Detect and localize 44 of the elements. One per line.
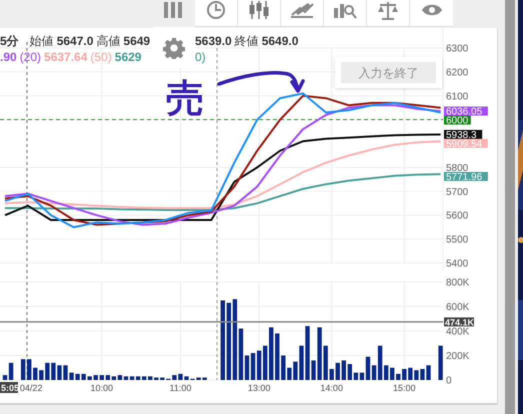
time-label: 04/22 — [20, 383, 42, 393]
time-label: 14:00 — [320, 383, 343, 393]
ma-value: .90 — [0, 49, 17, 65]
price-label: 高値 — [96, 33, 120, 49]
ma-period: (50) — [90, 49, 112, 65]
time-label: 15:00 — [393, 383, 416, 393]
axis-label: 600K — [446, 302, 470, 313]
price-value: 5649 — [123, 33, 150, 49]
axis-label: 6300 — [446, 44, 468, 54]
bars-icon[interactable] — [163, 2, 183, 18]
axis-label: 400K — [446, 326, 470, 338]
price-badge: 5909.54 — [444, 138, 488, 150]
price-label: 始値 — [30, 33, 54, 49]
price-value: 5639.0 — [195, 33, 232, 49]
scrollbar[interactable] — [505, 0, 515, 414]
time-label: 10:00 — [90, 383, 114, 393]
ma-period: (20) — [20, 49, 42, 65]
price-badge: 5938.3 — [444, 130, 482, 141]
price-badge: 5771.96 — [444, 172, 488, 183]
price-badge: 6000 — [444, 116, 471, 127]
ma-value: 5629 — [114, 49, 142, 65]
axis-label: 5600 — [446, 210, 468, 222]
axis-label: 0 — [446, 376, 452, 386]
interval-label: 5分 — [0, 33, 19, 49]
time-label: 13:00 — [248, 383, 270, 393]
axis-label: 6200 — [446, 67, 468, 78]
axis-label: 6100 — [446, 91, 468, 102]
axis-label: 5400 — [446, 258, 468, 270]
axis-label: 5800 — [446, 162, 468, 174]
axis-label: 5700 — [446, 186, 468, 198]
axis-label: 800K — [446, 278, 470, 288]
ma-period: 0) — [195, 49, 206, 65]
axis-label: 200K — [446, 351, 470, 362]
cursor-time-badge: 5:05 — [0, 382, 20, 393]
time-label: 11:00 — [170, 383, 192, 393]
volume-badge: 474.1K — [444, 317, 474, 328]
settings-icon[interactable] — [163, 36, 185, 58]
ma-value: 5637.64 — [44, 49, 88, 65]
price-value: 5647.0 — [56, 33, 94, 49]
price-badge: 6036.05 — [444, 106, 488, 118]
price-label: 終値 — [234, 33, 259, 49]
price-value: 5649.0 — [262, 33, 298, 49]
handwritten-annotation: 売 — [166, 78, 204, 118]
axis-label: 5500 — [446, 234, 468, 246]
